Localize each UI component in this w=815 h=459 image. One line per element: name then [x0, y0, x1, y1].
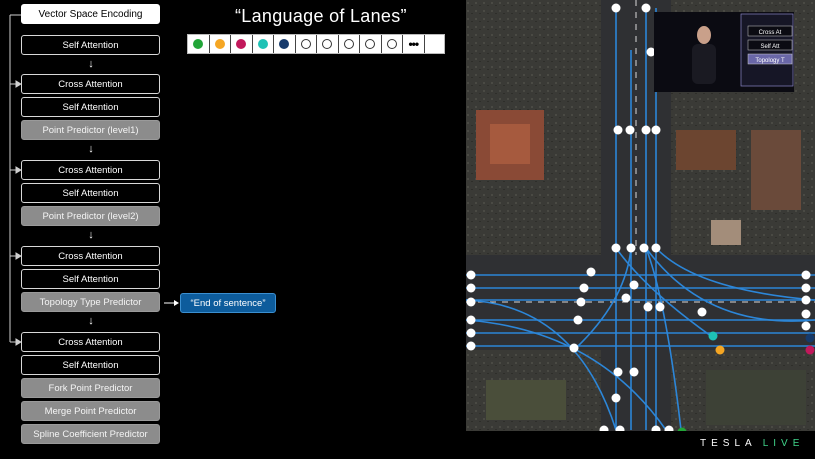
token-dot-empty: [365, 39, 376, 49]
token-dot-empty: [343, 39, 354, 49]
token-dot: [279, 39, 290, 49]
token-dot-empty: [386, 39, 397, 49]
topology-type-predictor-block: Topology Type Predictor: [21, 292, 160, 312]
tesla-live-logo: TESLA LIVE: [700, 438, 804, 449]
inset-label: Cross At: [759, 30, 782, 36]
presenter-video-inset: Cross At Self Att Topology T: [654, 12, 794, 92]
self-attention-block-3: Self Attention: [21, 269, 160, 289]
brand-live: LIVE: [762, 438, 805, 449]
token-more: •••: [403, 35, 425, 53]
token-dot: [236, 39, 247, 49]
brand-name: TESLA: [700, 438, 757, 449]
ellipsis-icon: •••: [408, 37, 419, 51]
token-cell: [296, 35, 317, 53]
slide-title: “Language of Lanes”: [235, 6, 407, 26]
token-cell: [339, 35, 360, 53]
token-dot-empty: [322, 39, 333, 49]
end-of-sentence-token: “End of sentence”: [180, 293, 276, 313]
vector-space-encoding-block: Vector Space Encoding: [21, 4, 160, 24]
token-cell: [360, 35, 382, 53]
inset-label: Self Att: [760, 44, 779, 50]
self-attention-block-2: Self Attention: [21, 183, 160, 203]
arrow-down-icon: ↓: [88, 58, 94, 70]
token-dot-empty: [300, 39, 311, 49]
token-cell: [274, 35, 296, 53]
inset-label: Topology T: [755, 58, 785, 64]
self-attention-block-0: Self Attention: [21, 35, 160, 55]
token-cell: [382, 35, 403, 53]
topology-output-arrow: [164, 300, 179, 306]
token-cell: [210, 35, 231, 53]
token-cell: [425, 35, 445, 53]
cross-attention-block-2: Cross Attention: [21, 160, 160, 180]
arrow-down-icon: ↓: [88, 315, 94, 327]
token-cell: [231, 35, 253, 53]
fork-point-predictor-block: Fork Point Predictor: [21, 378, 160, 398]
point-predictor-level1-block: Point Predictor (level1): [21, 120, 160, 140]
self-attention-block-1: Self Attention: [21, 97, 160, 117]
token-cell: [317, 35, 339, 53]
token-cell: [253, 35, 274, 53]
cross-attention-block-3: Cross Attention: [21, 246, 160, 266]
token-dot: [214, 39, 225, 49]
arrow-down-icon: ↓: [88, 143, 94, 155]
token-dot: [257, 39, 268, 49]
token-cell: [188, 35, 210, 53]
lane-graph-map: Cross At Self Att Topology T: [466, 0, 815, 431]
cross-attention-block-1: Cross Attention: [21, 74, 160, 94]
point-predictor-level2-block: Point Predictor (level2): [21, 206, 160, 226]
feedback-loop-lines: [9, 14, 22, 346]
token-sequence: •••: [187, 34, 445, 54]
self-attention-block-4: Self Attention: [21, 355, 160, 375]
merge-point-predictor-block: Merge Point Predictor: [21, 401, 160, 421]
arrow-down-icon: ↓: [88, 229, 94, 241]
spline-coefficient-predictor-block: Spline Coefficient Predictor: [21, 424, 160, 444]
cross-attention-block-4: Cross Attention: [21, 332, 160, 352]
token-dot: [193, 39, 204, 49]
